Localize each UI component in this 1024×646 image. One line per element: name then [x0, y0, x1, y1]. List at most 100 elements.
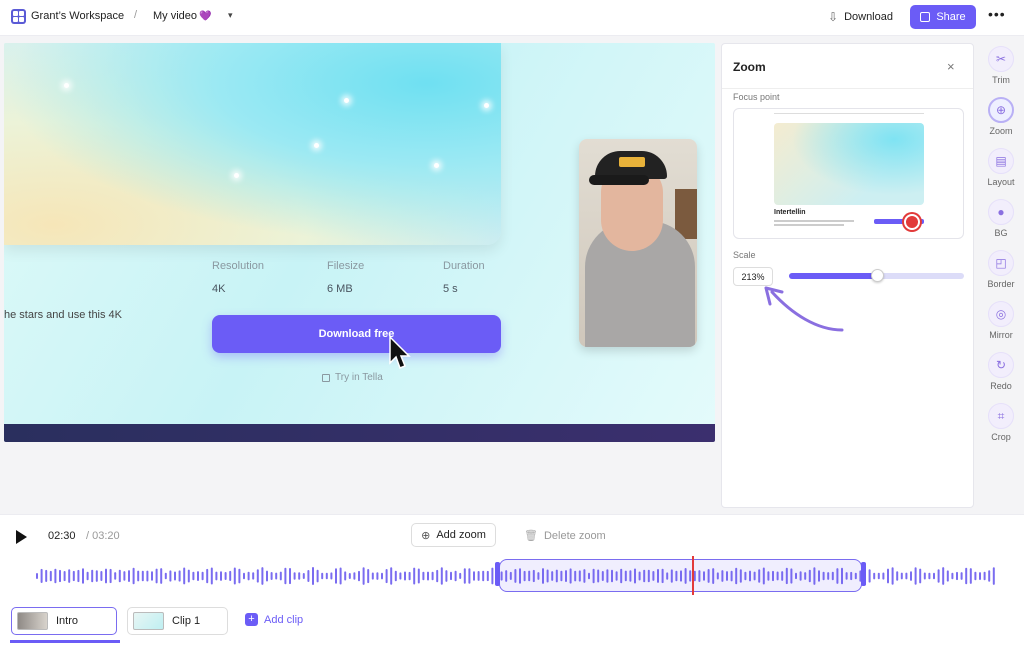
zoom-panel-title: Zoom — [733, 60, 766, 74]
preview-hero — [774, 123, 924, 205]
tool-border[interactable]: ◰ Border — [980, 250, 1022, 296]
resolution-value: 4K — [212, 283, 226, 295]
webcam-overlay[interactable] — [579, 139, 697, 347]
waveform-bar — [132, 567, 135, 585]
waveform-bar — [983, 571, 986, 581]
tool-bg[interactable]: ● BG — [980, 199, 1022, 245]
waveform-bar — [86, 571, 89, 581]
mouse-cursor-icon — [389, 335, 411, 369]
waveform-bar — [279, 571, 282, 581]
clip-thumbnail — [17, 612, 48, 630]
try-in-tella-label: Try in Tella — [335, 372, 383, 383]
zoom-segment-start-handle[interactable] — [495, 562, 500, 586]
clip-intro[interactable]: Intro — [11, 607, 117, 635]
sparkle — [314, 143, 319, 148]
preview-nav — [774, 113, 924, 117]
waveform-bar — [353, 572, 356, 580]
waveform-bar — [266, 570, 268, 582]
duration-value: 5 s — [443, 283, 458, 295]
scale-slider-handle[interactable] — [870, 269, 884, 282]
waveform-bar — [463, 568, 466, 584]
tool-trim[interactable]: ✂ Trim — [980, 46, 1022, 92]
waveform-bar — [197, 571, 199, 581]
waveform-bar — [160, 568, 163, 584]
waveform-bar — [316, 569, 319, 583]
waveform-bar — [187, 569, 190, 583]
tool-crop[interactable]: ⌗ Crop — [980, 403, 1022, 449]
sparkle — [344, 98, 349, 103]
waveform-bar — [919, 568, 922, 584]
waveform-bar — [371, 572, 374, 580]
scale-slider[interactable] — [789, 269, 964, 282]
waveform-bar — [298, 572, 301, 580]
zoom-segment[interactable] — [499, 559, 862, 592]
waveform-bar — [942, 567, 945, 585]
download-button[interactable]: ⇩ Download — [828, 8, 900, 26]
waveform-bar — [105, 568, 107, 584]
waveform-bar — [431, 571, 434, 581]
preview-text-line — [774, 224, 844, 226]
waveform-bar — [307, 570, 310, 582]
waveform-bar — [40, 568, 43, 583]
add-clip-button[interactable]: + Add clip — [245, 613, 303, 626]
waveform-bar — [270, 572, 273, 580]
chevron-down-icon[interactable]: ▾ — [228, 10, 233, 21]
tool-label: Zoom — [989, 126, 1013, 136]
filesize-label: Filesize — [327, 260, 365, 272]
video-preview[interactable]: Resolution Filesize Duration 4K 6 MB 5 s… — [4, 43, 715, 442]
waveform-bar — [992, 567, 995, 585]
waveform-bar — [100, 571, 103, 581]
breadcrumb-separator: / — [134, 9, 138, 21]
zoom-panel: Zoom × Focus point Intertellin Scale 213… — [721, 43, 974, 508]
tool-zoom[interactable]: ⊕ Zoom — [980, 97, 1022, 143]
waveform-bar — [473, 571, 475, 581]
workspace-name[interactable]: Grant’s Workspace — [31, 10, 124, 22]
waveform-bar — [289, 568, 291, 585]
waveform-bar — [946, 570, 949, 582]
playhead[interactable] — [692, 556, 694, 595]
zoom-segment-end-handle[interactable] — [861, 562, 866, 586]
preview-text-line — [774, 220, 854, 222]
share-button[interactable]: Share — [910, 5, 976, 29]
hero-image — [4, 43, 501, 245]
waveform-bar — [229, 570, 232, 581]
download-free-button: Download free — [212, 315, 501, 353]
close-icon[interactable]: × — [947, 59, 955, 74]
tool-redo[interactable]: ↻ Redo — [980, 352, 1022, 398]
waveform-bar — [933, 572, 935, 580]
tool-label: Border — [987, 279, 1015, 289]
focus-target-icon[interactable] — [904, 214, 920, 230]
waveform-bar — [868, 569, 871, 583]
waveform-bar — [192, 571, 195, 581]
more-options-icon[interactable]: ••• — [988, 6, 1006, 22]
sparkle — [484, 103, 489, 108]
waveform-bar — [873, 572, 876, 580]
top-bar: Grant’s Workspace / My video 💜 ▾ ⇩ Downlo… — [0, 0, 1024, 36]
waveform-bar — [459, 572, 462, 579]
purple-heart-icon: 💜 — [199, 11, 212, 22]
scale-slider-fill — [789, 273, 877, 279]
tool-layout[interactable]: ▤ Layout — [980, 148, 1022, 194]
play-icon[interactable] — [16, 530, 27, 544]
tool-mirror[interactable]: ◎ Mirror — [980, 301, 1022, 347]
waveform-bar — [358, 570, 360, 582]
waveform-bar — [247, 571, 250, 581]
sparkle — [234, 173, 239, 178]
waveform-bar — [164, 572, 167, 580]
video-title[interactable]: My video 💜 — [153, 10, 211, 22]
waveform-bar — [118, 569, 121, 583]
waveform-bar — [123, 571, 126, 581]
waveform-bar — [224, 572, 227, 580]
add-zoom-button[interactable]: ⊕ Add zoom — [411, 523, 496, 547]
delete-zoom-button[interactable]: 🗑 Delete zoom — [524, 529, 606, 543]
waveform-bar — [243, 572, 245, 580]
clip-1[interactable]: Clip 1 — [127, 607, 228, 635]
workspace-icon[interactable] — [11, 9, 26, 24]
waveform-bar — [399, 572, 402, 580]
waveform-bar — [422, 571, 425, 581]
redo-icon: ↻ — [988, 352, 1014, 378]
focus-point-picker[interactable]: Intertellin — [733, 108, 964, 239]
waveform-bar — [252, 572, 255, 580]
delete-zoom-label: Delete zoom — [543, 529, 606, 542]
download-button-label: Download — [844, 11, 893, 23]
